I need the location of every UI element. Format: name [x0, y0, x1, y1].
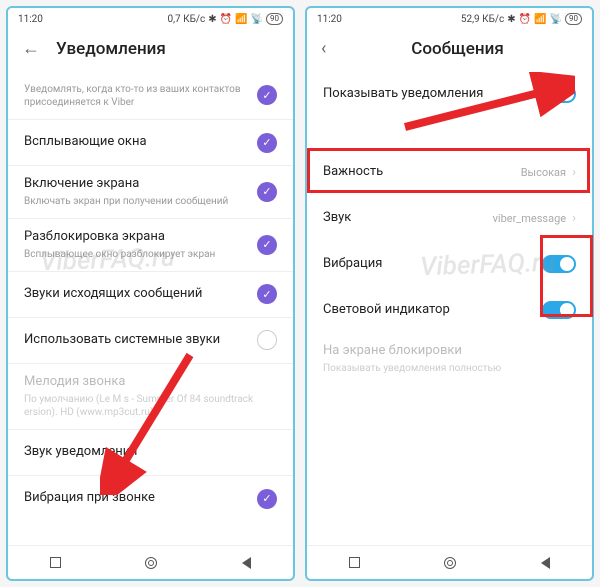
check-icon[interactable]: ✓ — [257, 284, 277, 304]
row-show-notifications[interactable]: Показывать уведомления — [307, 71, 592, 117]
row-ringtone: Мелодия звонка По умолчанию (Le M s - Su… — [8, 364, 293, 429]
status-bar: 11:20 0,7 КБ/с ✱ ⏰ 📶 📡 90 — [8, 8, 293, 28]
row-label: Важность — [323, 164, 513, 181]
row-label: Звук — [323, 210, 485, 227]
row-value: Высокая — [521, 166, 566, 179]
phone-right: 11:20 52,9 КБ/с ✱ ⏰ 📶 📡 90 ‹ Сообщения П… — [305, 6, 594, 581]
header: ← Уведомления — [8, 28, 293, 71]
bluetooth-icon: ✱ — [507, 14, 515, 25]
settings-list: Показывать уведомления Важность Высокая … — [307, 71, 592, 545]
row-value: viber_message — [493, 212, 567, 225]
chevron-right-icon: › — [572, 211, 576, 226]
battery-icon: 90 — [565, 13, 582, 25]
battery-icon: 90 — [266, 13, 283, 25]
row-lockscreen: На экране блокировки Показывать уведомле… — [307, 333, 592, 385]
row-importance[interactable]: Важность Высокая › — [307, 149, 592, 195]
signal-icon: 📶 — [235, 14, 247, 25]
unchecked-icon[interactable] — [257, 330, 277, 350]
check-icon[interactable]: ✓ — [257, 133, 277, 153]
header: ‹ Сообщения — [307, 28, 592, 71]
status-time: 11:20 — [317, 14, 342, 25]
settings-list: Уведомлять, когда кто-то из ваших контак… — [8, 71, 293, 545]
status-bar: 11:20 52,9 КБ/с ✱ ⏰ 📶 📡 90 — [307, 8, 592, 28]
nav-recents-icon[interactable] — [50, 557, 61, 568]
nav-home-icon[interactable] — [145, 557, 157, 569]
toggle-switch[interactable] — [542, 255, 576, 273]
row-outgoing-sounds[interactable]: Звуки исходящих сообщений ✓ — [8, 272, 293, 318]
row-system-sounds[interactable]: Использовать системные звуки — [8, 318, 293, 364]
signal-icon: 📶 — [534, 14, 546, 25]
alarm-icon: ⏰ — [220, 14, 232, 25]
status-net: 0,7 КБ/с — [167, 14, 205, 25]
row-label: Вибрация — [323, 256, 534, 273]
nav-back-icon[interactable] — [242, 557, 251, 569]
row-notification-sound[interactable]: Звук уведомления — [8, 430, 293, 476]
bluetooth-icon: ✱ — [208, 14, 216, 25]
page-title: Уведомления — [56, 39, 166, 59]
row-vibrate-call[interactable]: Вибрация при звонке ✓ — [8, 476, 293, 522]
row-label: Использовать системные звуки — [24, 332, 249, 349]
toggle-switch[interactable] — [542, 301, 576, 319]
row-label: Световой индикатор — [323, 302, 534, 319]
wifi-icon: 📡 — [251, 14, 263, 25]
nav-bar — [8, 545, 293, 579]
row-screen-on[interactable]: Включение экрана Включать экран при полу… — [8, 166, 293, 219]
toggle-switch[interactable] — [542, 85, 576, 103]
row-label: Разблокировка экрана — [24, 229, 249, 246]
row-sub: Всплывающее окно разблокирует экран — [24, 248, 249, 261]
row-sub: Показывать уведомления полностью — [323, 362, 568, 375]
chevron-right-icon: › — [572, 165, 576, 180]
row-sound[interactable]: Звук viber_message › — [307, 195, 592, 241]
check-icon[interactable]: ✓ — [257, 182, 277, 202]
alarm-icon: ⏰ — [519, 14, 531, 25]
row-contact-joined[interactable]: Уведомлять, когда кто-то из ваших контак… — [8, 71, 293, 120]
wifi-icon: 📡 — [550, 14, 562, 25]
status-net: 52,9 КБ/с — [461, 14, 504, 25]
back-arrow-icon[interactable]: ← — [22, 38, 38, 59]
row-label: Включение экрана — [24, 176, 249, 193]
row-label: Звук уведомления — [24, 444, 269, 461]
phone-left: 11:20 0,7 КБ/с ✱ ⏰ 📶 📡 90 ← Уведомления … — [6, 6, 295, 581]
row-sub: По умолчанию (Le M s - Summer Of 84 soun… — [24, 393, 269, 419]
row-vibration[interactable]: Вибрация — [307, 241, 592, 287]
page-title: Сообщения — [337, 39, 578, 59]
row-popup[interactable]: Всплывающие окна ✓ — [8, 120, 293, 166]
nav-home-icon[interactable] — [444, 557, 456, 569]
back-arrow-icon[interactable]: ‹ — [321, 38, 337, 59]
check-icon[interactable]: ✓ — [257, 235, 277, 255]
check-icon[interactable]: ✓ — [257, 489, 277, 509]
nav-back-icon[interactable] — [541, 557, 550, 569]
check-icon[interactable]: ✓ — [257, 85, 277, 105]
row-label: Звуки исходящих сообщений — [24, 286, 249, 303]
row-unlock[interactable]: Разблокировка экрана Всплывающее окно ра… — [8, 219, 293, 272]
row-label: На экране блокировки — [323, 343, 568, 360]
nav-recents-icon[interactable] — [349, 557, 360, 568]
row-label: Вибрация при звонке — [24, 490, 249, 507]
row-label: Мелодия звонка — [24, 374, 269, 391]
row-label: Показывать уведомления — [323, 86, 534, 103]
row-label: Всплывающие окна — [24, 134, 249, 151]
status-time: 11:20 — [18, 14, 43, 25]
row-light-indicator[interactable]: Световой индикатор — [307, 287, 592, 333]
nav-bar — [307, 545, 592, 579]
row-sub: Уведомлять, когда кто-то из ваших контак… — [24, 83, 249, 109]
row-sub: Включать экран при получении сообщений — [24, 195, 249, 208]
